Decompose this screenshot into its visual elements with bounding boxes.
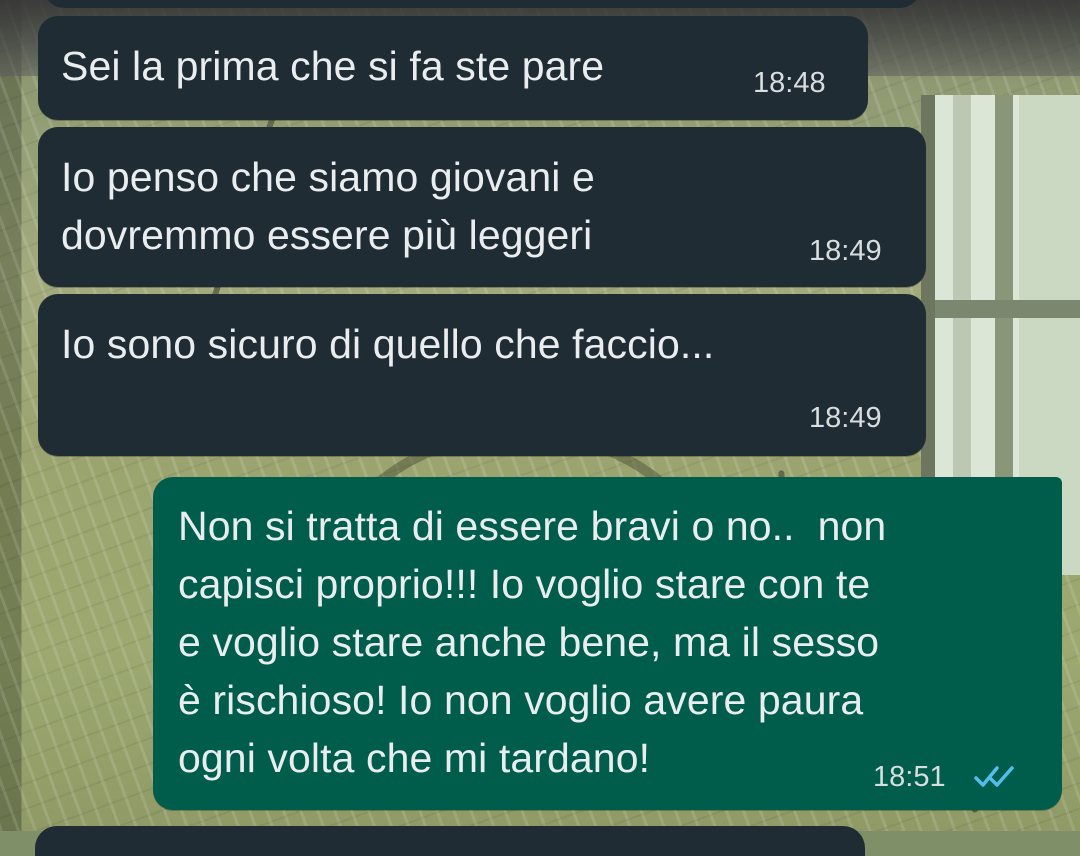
message-text: Sei la prima che si fa ste pare bbox=[61, 43, 605, 89]
message-text: Io penso che siamo giovani e dovremmo es… bbox=[61, 154, 595, 258]
outgoing-message-bubble[interactable]: Non si tratta di essere bravi o no.. non… bbox=[153, 477, 1062, 810]
incoming-message-bubble[interactable]: Io penso che siamo giovani e dovremmo es… bbox=[38, 127, 926, 287]
double-check-read-icon bbox=[974, 766, 1014, 787]
message-text: Io sono sicuro di quello che faccio... bbox=[61, 321, 715, 367]
incoming-message-bubble[interactable]: Io sono sicuro di quello che faccio... 1… bbox=[38, 294, 926, 456]
message-time: 18:48 bbox=[753, 67, 826, 99]
previous-message-bubble-cut bbox=[44, 0, 920, 8]
message-text: Non si tratta di essere bravi o no.. non… bbox=[178, 503, 887, 781]
message-time: 18:49 bbox=[809, 402, 882, 434]
message-time: 18:49 bbox=[809, 235, 882, 267]
message-time: 18:51 bbox=[873, 761, 946, 793]
incoming-message-bubble[interactable]: Sei la prima che si fa ste pare 18:48 bbox=[38, 16, 868, 120]
